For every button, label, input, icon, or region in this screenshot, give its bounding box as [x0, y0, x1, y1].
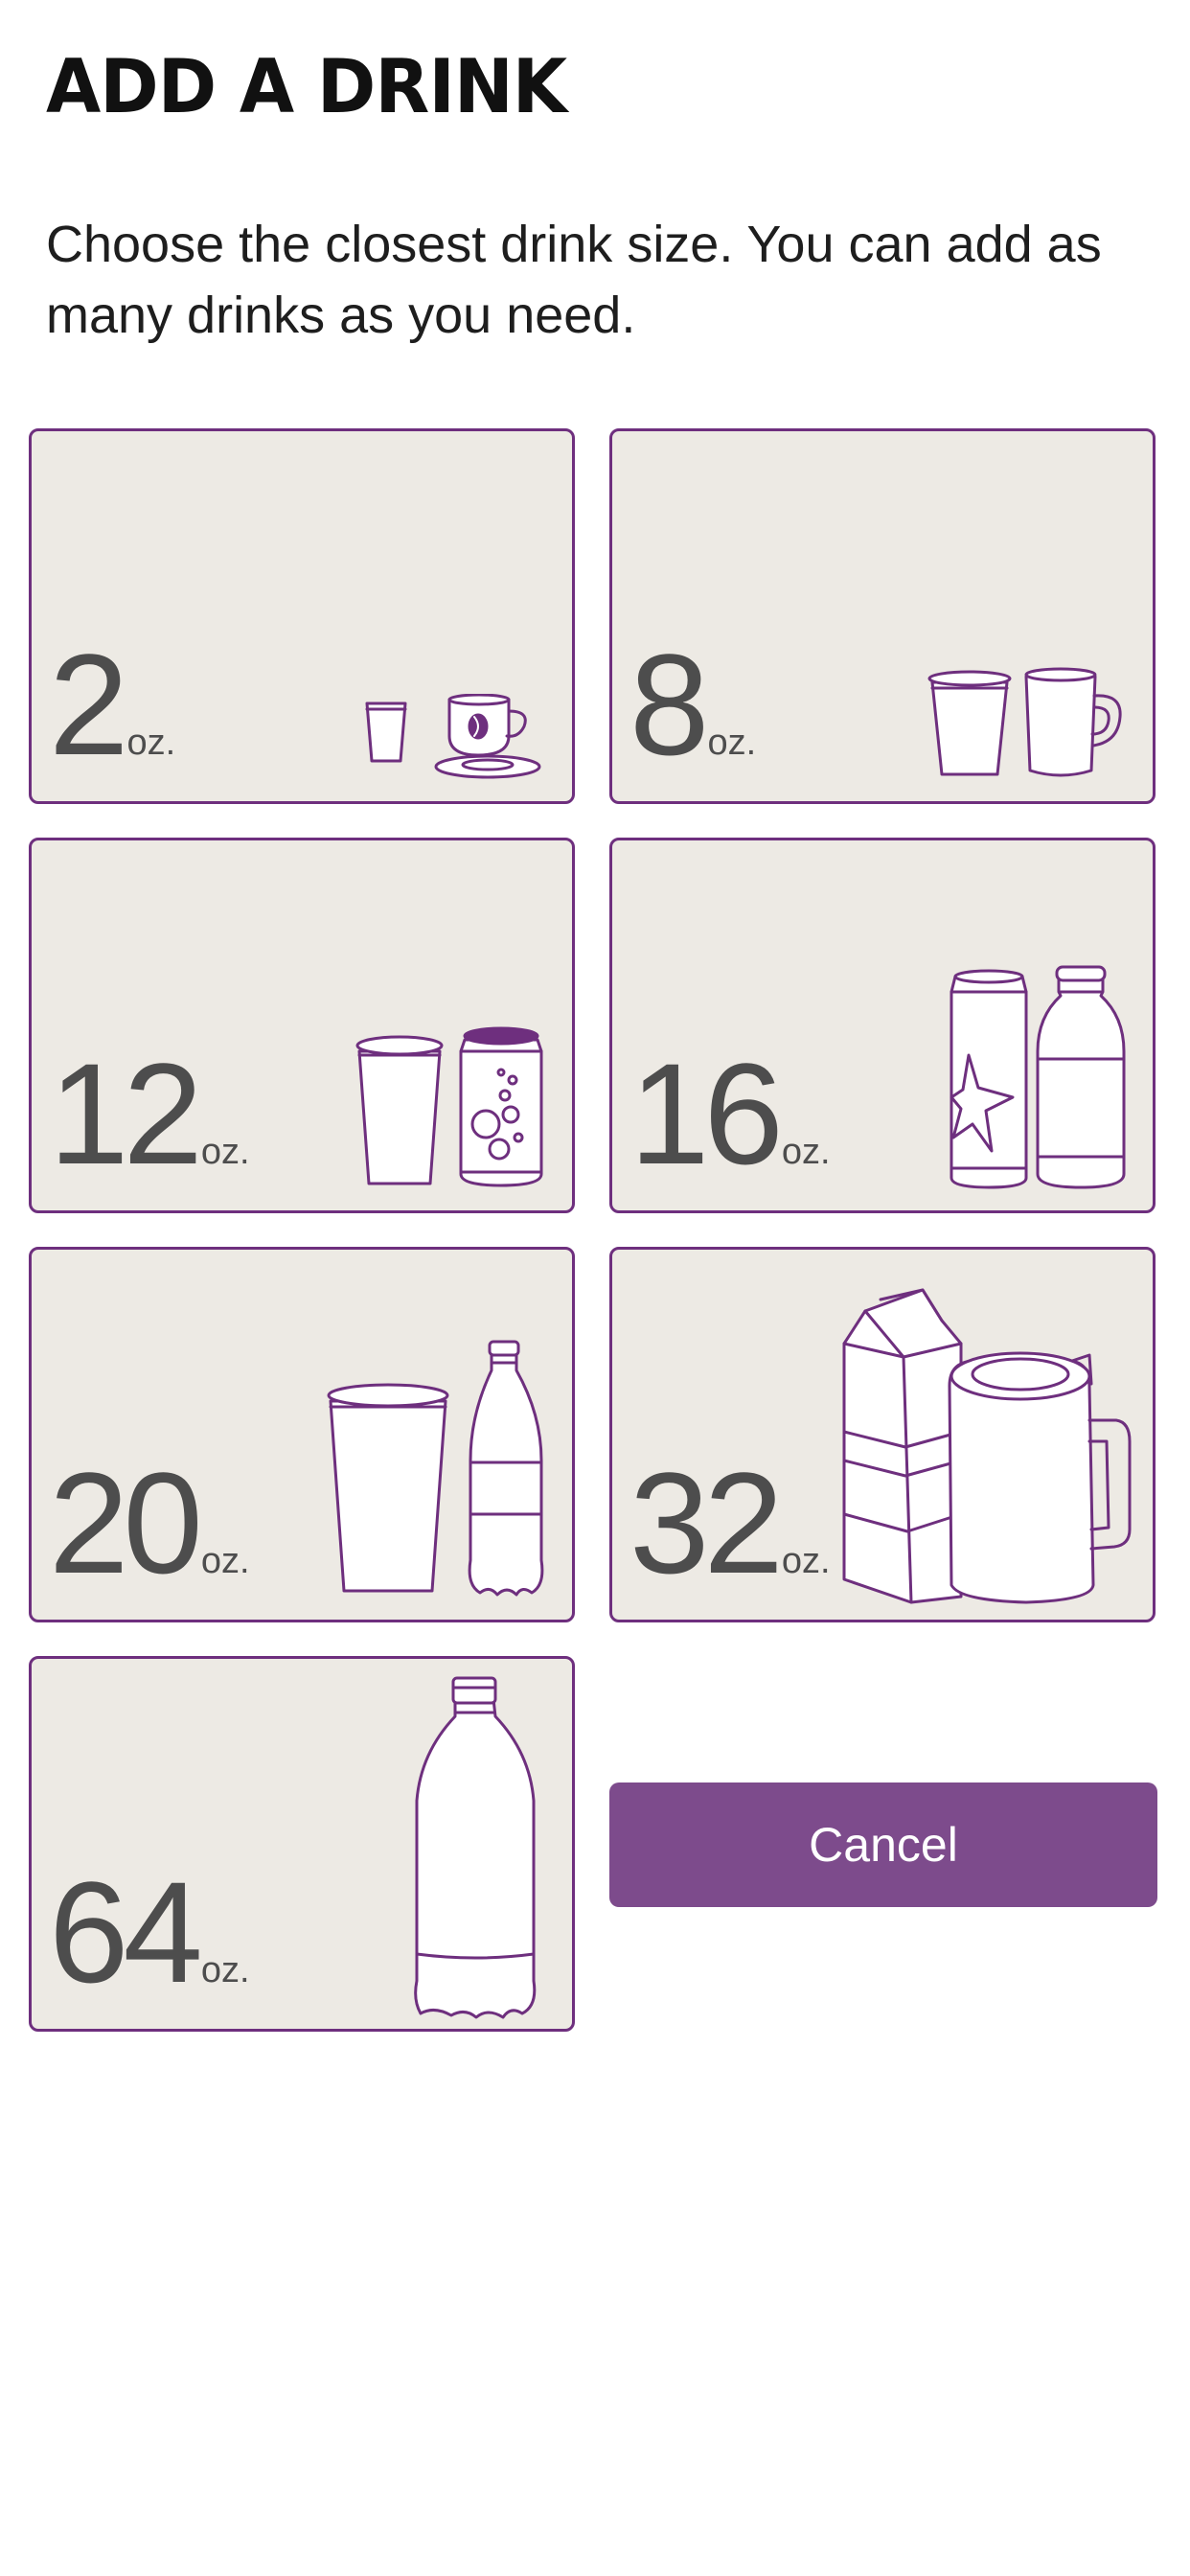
drink-size-label: 20 oz. [49, 1451, 250, 1595]
drink-size-label: 16 oz. [629, 1042, 831, 1185]
drink-size-2oz-art [365, 694, 547, 780]
drink-size-20oz-art [327, 1334, 547, 1598]
drink-size-64oz-art [409, 1674, 543, 2019]
large-bottle-icon [414, 1676, 537, 2019]
page-subtitle: Choose the closest drink size. You can a… [46, 216, 1102, 344]
large-cup-icon [327, 1383, 449, 1593]
drink-size-value: 16 [629, 1033, 784, 1194]
shot-glass-icon [365, 702, 407, 763]
drink-size-64oz-card[interactable]: 64 oz. [29, 1656, 575, 2032]
drink-size-unit: oz. [781, 1132, 831, 1172]
drink-size-label: 8 oz. [629, 632, 756, 776]
drink-size-2oz-card[interactable]: 2 oz. [29, 428, 575, 804]
drink-size-value: 32 [629, 1442, 784, 1603]
coffee-mug-icon [1024, 667, 1122, 777]
drink-size-label: 32 oz. [629, 1451, 831, 1595]
milk-bottle-icon [1036, 965, 1126, 1189]
drink-size-value: 8 [629, 624, 709, 785]
drink-size-12oz-card[interactable]: 12 oz. [29, 838, 575, 1213]
page-title: ADD A DRINK [46, 43, 567, 131]
drink-size-unit: oz. [781, 1541, 831, 1581]
drink-size-16oz-card[interactable]: 16 oz. [609, 838, 1156, 1213]
drink-size-32oz-art [838, 1288, 1135, 1604]
drink-size-label: 2 oz. [49, 632, 175, 776]
tall-can-icon [950, 969, 1028, 1189]
drink-size-unit: oz. [200, 1950, 250, 1990]
drink-size-20oz-card[interactable]: 20 oz. [29, 1247, 575, 1622]
drink-size-unit: oz. [707, 723, 757, 763]
soda-can-icon [459, 1026, 543, 1187]
travel-mug-icon [948, 1351, 1132, 1604]
drink-size-32oz-card[interactable]: 32 oz. [609, 1247, 1156, 1622]
drink-size-unit: oz. [200, 1132, 250, 1172]
drink-size-8oz-art [927, 667, 1128, 780]
drink-size-8oz-card[interactable]: 8 oz. [609, 428, 1156, 804]
drink-size-16oz-art [946, 963, 1128, 1189]
drink-size-label: 64 oz. [49, 1860, 250, 2004]
cup-icon [355, 1035, 444, 1185]
espresso-cup-icon [434, 694, 541, 779]
drink-size-value: 2 [49, 624, 128, 785]
drink-size-value: 20 [49, 1442, 203, 1603]
drink-size-value: 64 [49, 1852, 203, 2012]
soda-bottle-icon [468, 1340, 544, 1597]
drink-size-12oz-art [355, 1026, 547, 1189]
small-cup-icon [927, 670, 1012, 776]
cancel-button[interactable]: Cancel [609, 1782, 1157, 1907]
drink-size-unit: oz. [200, 1541, 250, 1581]
drink-size-label: 12 oz. [49, 1042, 250, 1185]
milk-carton-icon [842, 1288, 963, 1604]
drink-size-value: 12 [49, 1033, 203, 1194]
drink-size-unit: oz. [126, 723, 176, 763]
